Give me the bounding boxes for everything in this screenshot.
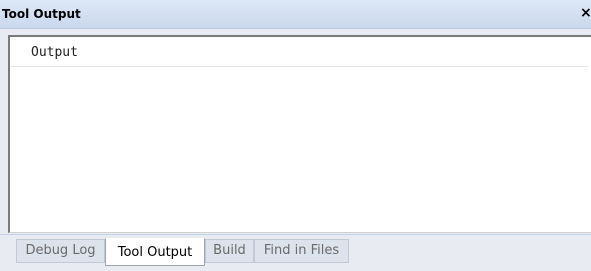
close-icon[interactable]: × [580, 6, 591, 20]
tab-label: Debug Log [25, 243, 96, 258]
tool-output-panel: Tool Output × Output Debug Log Tool Outp… [0, 0, 591, 271]
tab-find-in-files[interactable]: Find in Files [254, 239, 349, 263]
tab-label: Build [213, 243, 246, 258]
tab-tool-output[interactable]: Tool Output [105, 238, 205, 266]
tab-label: Find in Files [263, 243, 340, 258]
output-header-label: Output [31, 45, 78, 60]
panel-titlebar[interactable]: Tool Output × [0, 0, 591, 29]
tab-debug-log[interactable]: Debug Log [16, 239, 105, 263]
output-header-row: Output [11, 38, 588, 67]
tab-build[interactable]: Build [205, 239, 254, 263]
tab-label: Tool Output [117, 245, 193, 260]
panel-title: Tool Output [2, 7, 81, 21]
